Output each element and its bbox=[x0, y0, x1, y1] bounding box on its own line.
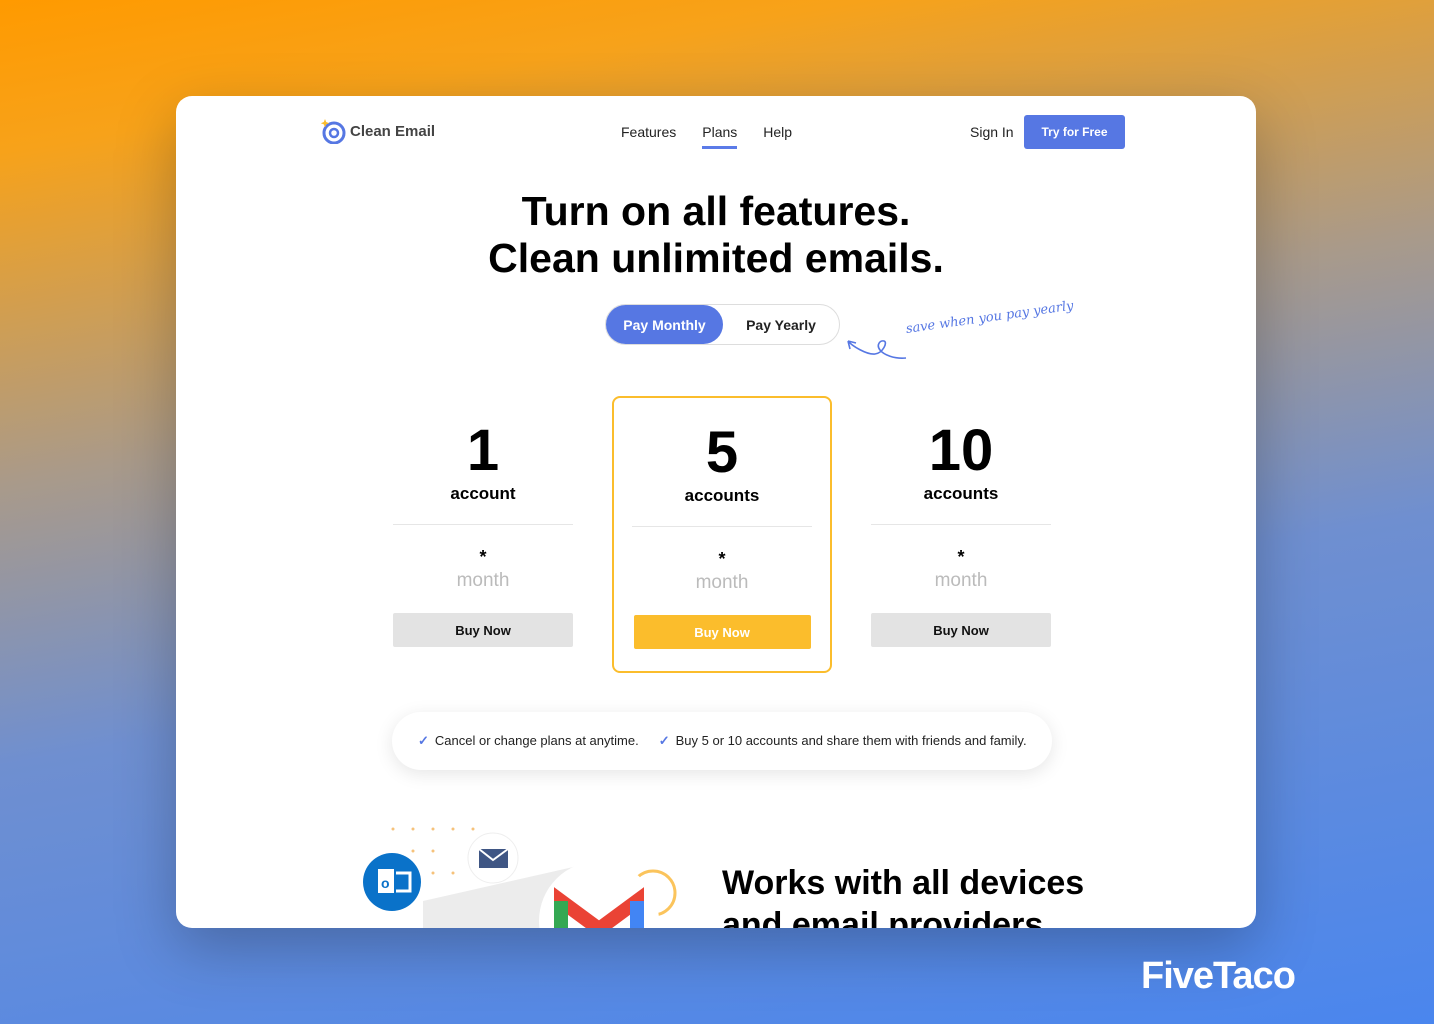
buy-now-button[interactable]: Buy Now bbox=[633, 615, 811, 649]
plan-price: * bbox=[479, 547, 487, 567]
at-sign-icon bbox=[320, 119, 346, 144]
nav-help[interactable]: Help bbox=[763, 124, 792, 140]
nav-features[interactable]: Features bbox=[621, 124, 676, 140]
providers-illustration: o bbox=[363, 827, 677, 928]
benefits-bar: ✓ Cancel or change plans at anytime. ✓ Buy… bbox=[392, 712, 1052, 770]
section-line-2: and email providers bbox=[722, 906, 1044, 928]
nav-plans[interactable]: Plans bbox=[702, 124, 738, 149]
pay-yearly-option[interactable]: Pay Yearly bbox=[723, 317, 839, 333]
note-text: save when you pay yearly bbox=[904, 298, 1075, 337]
plan-card-10: 10 accounts * month Buy Now bbox=[851, 396, 1071, 673]
benefit-text: Buy 5 or 10 accounts and share them with… bbox=[675, 733, 1027, 748]
title-line-1: Turn on all features. bbox=[521, 188, 911, 234]
plan-unit: accounts bbox=[923, 484, 999, 503]
plan-card-1: 1 account * month Buy Now bbox=[373, 396, 593, 673]
benefit-text: Cancel or change plans at anytime. bbox=[434, 733, 639, 748]
section-line-1: Works with all devices bbox=[722, 864, 1085, 902]
mail-icon bbox=[467, 832, 519, 884]
arrow-icon bbox=[847, 340, 907, 359]
billing-toggle: Pay Monthly Pay Yearly bbox=[605, 304, 840, 345]
plan-price: * bbox=[718, 549, 726, 569]
sign-in-link[interactable]: Sign In bbox=[970, 124, 1014, 140]
brand-name: Clean Email bbox=[350, 122, 436, 140]
plan-card-5: 5 accounts * month Buy Now bbox=[612, 396, 832, 673]
benefit-item: ✓ Cancel or change plans at anytime. bbox=[418, 733, 639, 749]
plan-count: 5 bbox=[705, 420, 739, 485]
yearly-note: save when you pay yearly bbox=[846, 299, 1074, 365]
plan-period: month bbox=[695, 572, 749, 593]
section-title: Works with all devices and email provider… bbox=[722, 862, 1084, 928]
check-icon: ✓ bbox=[418, 733, 429, 748]
plan-unit: accounts bbox=[684, 486, 760, 505]
plan-count: 10 bbox=[928, 418, 994, 483]
divider bbox=[871, 524, 1051, 525]
main-nav: Features Plans Help bbox=[621, 124, 792, 149]
logo[interactable]: Clean Email bbox=[320, 118, 435, 144]
plan-price: * bbox=[957, 547, 965, 567]
buy-now-button[interactable]: Buy Now bbox=[393, 613, 573, 647]
plan-count: 1 bbox=[466, 418, 500, 483]
benefit-item: ✓ Buy 5 or 10 accounts and share them wit… bbox=[659, 733, 1027, 749]
plan-unit: account bbox=[450, 484, 516, 503]
try-for-free-button[interactable]: Try for Free bbox=[1024, 115, 1125, 149]
plan-period: month bbox=[456, 570, 510, 591]
watermark-logo: FiveTaco bbox=[1141, 955, 1296, 997]
check-icon: ✓ bbox=[658, 733, 670, 748]
plan-period: month bbox=[934, 570, 988, 591]
buy-now-button[interactable]: Buy Now bbox=[871, 613, 1051, 647]
outlook-icon: o bbox=[363, 853, 421, 911]
divider bbox=[632, 526, 812, 527]
page-title: Turn on all features. Clean unlimited ema… bbox=[176, 188, 1256, 282]
title-line-2: Clean unlimited emails. bbox=[488, 235, 944, 281]
browser-window: Clean Email Features Plans Help Sign In … bbox=[176, 96, 1256, 928]
pay-monthly-option[interactable]: Pay Monthly bbox=[606, 305, 723, 344]
svg-text:o: o bbox=[381, 875, 390, 891]
divider bbox=[393, 524, 573, 525]
